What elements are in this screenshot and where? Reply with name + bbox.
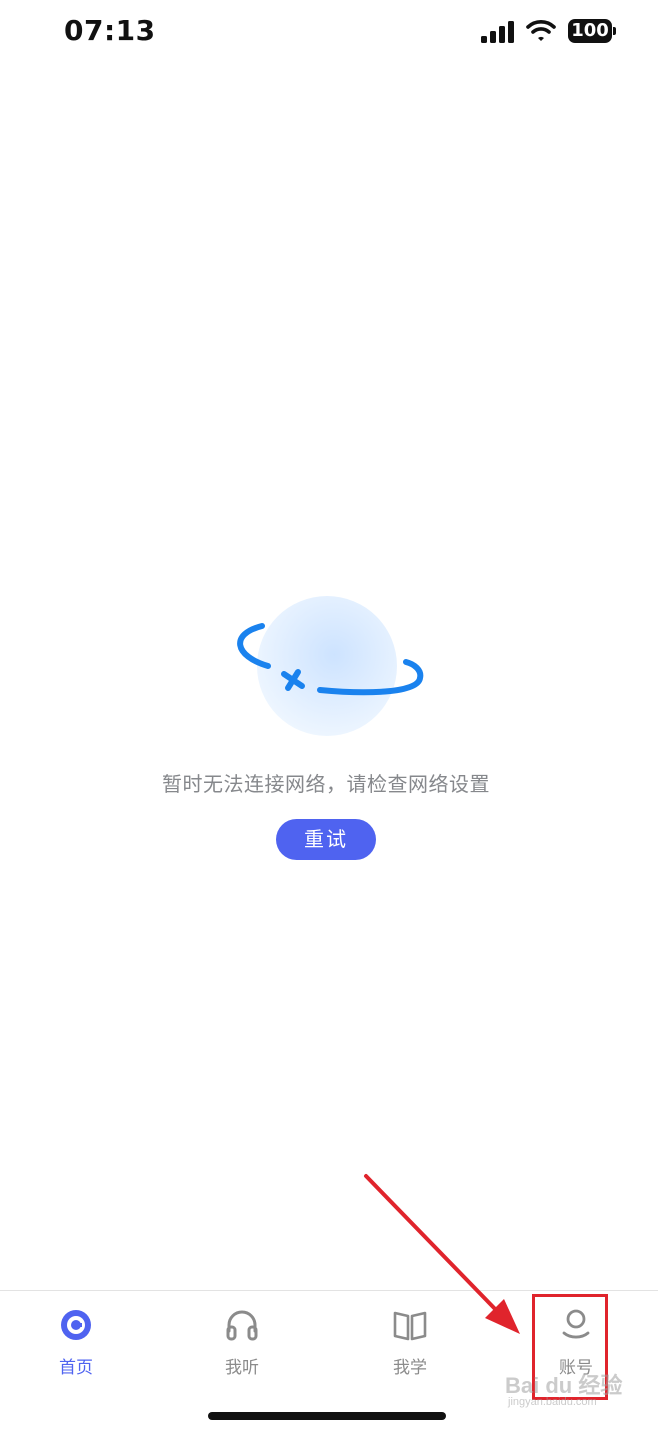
home-indicator[interactable]: [208, 1412, 446, 1420]
tab-label: 首页: [59, 1358, 93, 1378]
headphones-icon: [226, 1310, 258, 1341]
tab-label: 我听: [225, 1358, 259, 1378]
battery-tip: [613, 27, 616, 35]
watermark-url: jingyan.baidu.com: [508, 1396, 597, 1408]
retry-button[interactable]: 重试: [276, 819, 376, 860]
wifi-icon: [526, 20, 556, 41]
battery-icon: 100: [568, 19, 612, 43]
battery-level: 100: [571, 20, 609, 41]
home-icon: [61, 1310, 91, 1340]
book-icon: [393, 1311, 427, 1341]
signal-icon: [481, 21, 514, 43]
planet-disconnected-icon: [237, 596, 424, 736]
status-time: 07:13: [64, 14, 156, 47]
tab-label: 我学: [393, 1358, 427, 1378]
tab-listen[interactable]: 我听: [182, 1291, 302, 1381]
tab-home[interactable]: 首页: [16, 1291, 136, 1381]
network-error-message: 暂时无法连接网络，请检查网络设置: [162, 772, 490, 796]
tab-learn[interactable]: 我学: [350, 1291, 470, 1381]
status-bar: 07:13 100: [0, 0, 658, 70]
